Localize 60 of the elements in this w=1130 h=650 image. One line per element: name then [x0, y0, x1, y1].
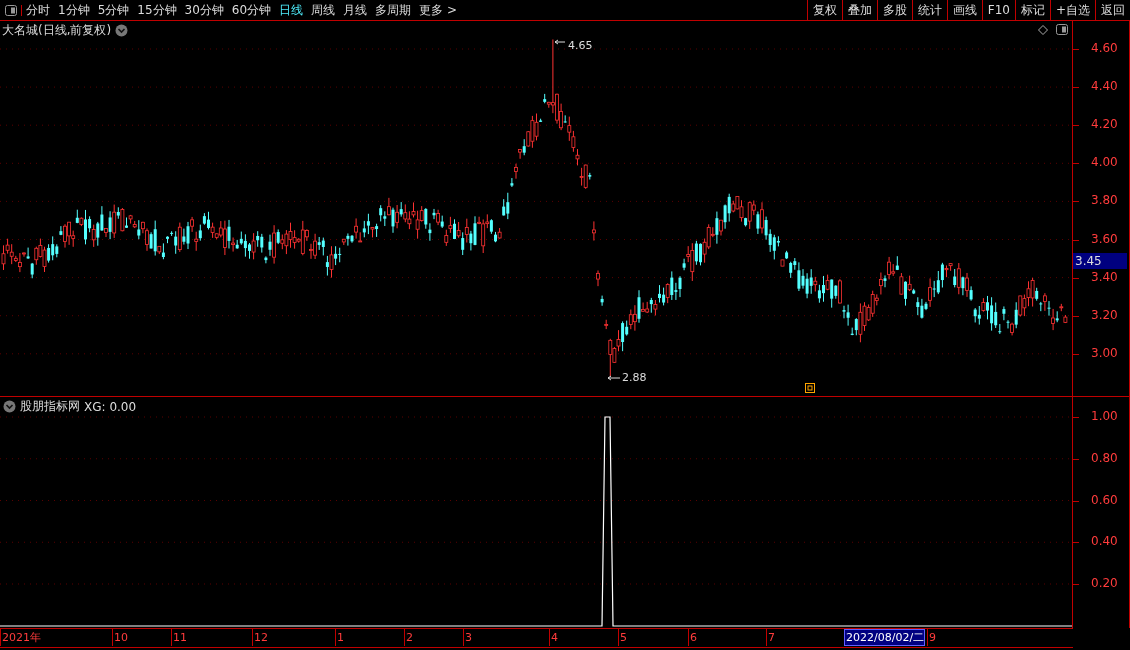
arrow-icon	[607, 375, 621, 381]
period-tab[interactable]: 日线	[275, 0, 308, 20]
date-axis-label: 2022/08/02/二	[844, 629, 926, 646]
toolbar-button[interactable]: 多股	[876, 0, 912, 20]
panel-toggle-icon[interactable]	[1056, 24, 1068, 35]
period-tab[interactable]: 周线	[307, 0, 340, 20]
period-tab[interactable]: 60分钟	[227, 0, 276, 20]
date-axis-label: 9	[927, 629, 936, 646]
arrow-icon	[554, 39, 566, 45]
current-price-tag: 3.45	[1073, 253, 1127, 269]
toolbar-button[interactable]: 返回	[1095, 0, 1130, 20]
period-tab[interactable]: 30分钟	[180, 0, 228, 20]
indicator-reading: XG: 0.00	[84, 399, 137, 414]
date-axis-label: 2	[404, 629, 413, 646]
date-axis-label: 1	[335, 629, 344, 646]
period-tab[interactable]: 15分钟	[133, 0, 181, 20]
date-axis-label: 4	[549, 629, 558, 646]
date-axis-label: 11	[171, 629, 187, 646]
indicator-axis-label: 0.40	[1091, 534, 1118, 549]
toolbar-button[interactable]: 复权	[806, 0, 842, 20]
price-axis-label: 3.60	[1091, 231, 1118, 246]
toolbar-button[interactable]: 标记	[1014, 0, 1050, 20]
indicator-axis-label: 0.80	[1091, 450, 1118, 465]
low-price-label: 2.88	[622, 371, 647, 384]
price-axis-label: 3.20	[1091, 307, 1118, 322]
toolbar-button[interactable]: 画线	[946, 0, 982, 20]
date-axis-label: 5	[618, 629, 627, 646]
price-axis-label: 3.40	[1091, 269, 1118, 284]
chart-title: 大名城(日线,前复权)	[2, 22, 112, 39]
period-tab[interactable]: 月线	[339, 0, 372, 20]
price-axis-label: 4.40	[1091, 79, 1118, 94]
square-marker-icon[interactable]	[805, 383, 815, 393]
date-axis-label: 6	[688, 629, 697, 646]
diamond-icon[interactable]	[1038, 24, 1048, 35]
price-axis-label: 3.00	[1091, 345, 1118, 360]
date-axis-label: 12	[252, 629, 268, 646]
period-tab[interactable]: 多周期	[371, 0, 416, 20]
indicator-name: 股朋指标网	[20, 398, 80, 415]
high-price-label: 4.65	[568, 39, 593, 52]
chevron-down-icon[interactable]	[3, 400, 16, 413]
date-axis-label: 2021年	[0, 629, 41, 646]
indicator-axis-label: 1.00	[1091, 409, 1118, 423]
toolbar-button[interactable]: 统计	[911, 0, 947, 20]
indicator-axis-label: 0.60	[1091, 492, 1118, 507]
period-tab[interactable]: 1分钟	[54, 0, 94, 20]
date-axis-label: 3	[463, 629, 472, 646]
indicator-axis-label: 0.20	[1091, 576, 1118, 590]
period-tab[interactable]: 分时	[22, 0, 54, 20]
toolbar-button[interactable]: F10	[981, 0, 1015, 20]
date-axis-label: 7	[766, 629, 775, 646]
price-axis-label: 3.80	[1091, 193, 1118, 208]
date-axis-label: 10	[112, 629, 128, 646]
price-axis-label: 4.00	[1091, 155, 1118, 170]
price-axis-label: 4.60	[1091, 41, 1118, 55]
period-tab[interactable]: 5分钟	[93, 0, 134, 20]
price-axis-label: 4.20	[1091, 117, 1118, 132]
toolbar-button[interactable]: 叠加	[841, 0, 877, 20]
toolbar-button[interactable]: +自选	[1049, 0, 1095, 20]
chevron-down-icon[interactable]	[115, 24, 129, 37]
period-tab[interactable]: 更多 >	[415, 0, 461, 20]
